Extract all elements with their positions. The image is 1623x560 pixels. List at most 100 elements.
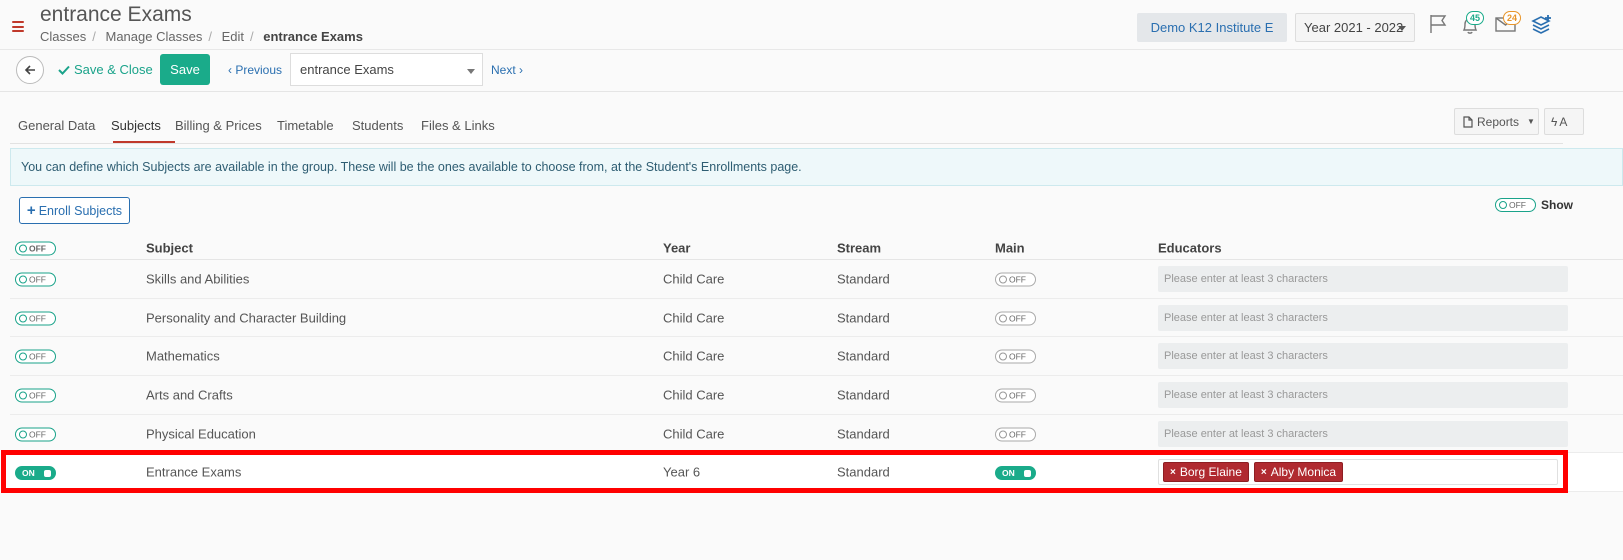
header-year: Year	[663, 240, 691, 255]
educators-input[interactable]: Please enter at least 3 characters	[1158, 420, 1568, 447]
tab-timetable[interactable]: Timetable	[277, 118, 334, 133]
notifications-badge: 45	[1466, 11, 1485, 25]
tab-general-data[interactable]: General Data	[18, 118, 95, 133]
main-toggle[interactable]: ON	[995, 466, 1036, 481]
show-toggle[interactable]: OFF	[1495, 198, 1536, 212]
subject-name: Personality and Character Building	[146, 310, 347, 326]
reports-label: Reports	[1477, 114, 1520, 129]
subject-stream: Standard	[837, 271, 890, 287]
main-cell: OFF	[995, 387, 1036, 403]
educators-input[interactable]: Please enter at least 3 characters	[1158, 343, 1568, 370]
year-select[interactable]: Year 2021 - 2022	[1295, 13, 1415, 42]
back-button[interactable]	[16, 56, 44, 84]
educator-tag[interactable]: × Alby Monica	[1253, 462, 1344, 483]
table-row: ON Entrance Exams Year 6 Standard ON × B…	[10, 453, 1623, 493]
toggle-cell: ON	[15, 464, 56, 481]
document-icon	[1463, 115, 1473, 128]
table-row: OFF Physical Education Child Care Standa…	[10, 415, 1623, 454]
educators-cell: Please enter at least 3 characters	[1158, 343, 1568, 370]
breadcrumb: Classes / Manage Classes / Edit / entrance …	[40, 29, 363, 44]
breadcrumb-item[interactable]: Classes	[40, 29, 86, 44]
subject-name: Skills and Abilities	[146, 271, 250, 287]
main-cell: OFF	[995, 271, 1036, 287]
toggle-label: OFF	[1009, 429, 1026, 440]
main-toggle[interactable]: OFF	[995, 272, 1036, 287]
subject-year: Child Care	[663, 387, 725, 403]
subject-name: Entrance Exams	[146, 464, 242, 480]
toggle-label: ON	[1002, 468, 1015, 479]
previous-label: Previous	[235, 63, 283, 77]
header-stream: Stream	[837, 240, 882, 255]
class-select[interactable]: entrance Exams	[290, 53, 483, 86]
enroll-toggle[interactable]: OFF	[15, 272, 56, 287]
enroll-toggle[interactable]: ON	[15, 466, 56, 481]
educators-input[interactable]: Please enter at least 3 characters	[1158, 304, 1568, 331]
main-toggle[interactable]: OFF	[995, 388, 1036, 403]
main-cell: OFF	[995, 426, 1036, 442]
toggle-knob	[19, 352, 27, 361]
reports-button[interactable]: Reports ▼	[1454, 108, 1539, 135]
enroll-toggle[interactable]: OFF	[15, 427, 56, 442]
educators-cell: Please enter at least 3 characters	[1158, 381, 1568, 408]
main-toggle[interactable]: OFF	[995, 349, 1036, 364]
breadcrumb-item[interactable]: Manage Classes	[106, 29, 203, 44]
toggle-label: OFF	[29, 274, 46, 285]
toggle-label: OFF	[29, 429, 46, 440]
educators-input[interactable]: × Borg Elaine × Alby Monica	[1158, 459, 1558, 486]
enroll-toggle[interactable]: OFF	[15, 311, 56, 326]
save-and-close-button[interactable]: Save & Close	[58, 62, 153, 77]
save-and-close-label: Save & Close	[74, 62, 153, 77]
info-message: You can define which Subjects are availa…	[10, 148, 1623, 186]
enroll-subjects-button[interactable]: + Enroll Subjects	[19, 197, 130, 224]
toggle-cell: OFF	[15, 310, 56, 326]
toggle-label: OFF	[1009, 313, 1026, 324]
subject-year: Child Care	[663, 426, 725, 442]
flag-icon[interactable]	[1428, 14, 1450, 34]
breadcrumb-item[interactable]: Edit	[222, 29, 244, 44]
page-title: entrance Exams	[40, 3, 192, 26]
educator-tag-label: Borg Elaine	[1179, 465, 1242, 480]
year-select-value: Year 2021 - 2022	[1304, 20, 1404, 35]
institute-button[interactable]: Demo K12 Institute E	[1137, 13, 1287, 42]
chevron-left-icon: ‹	[228, 63, 232, 77]
subject-year: Year 6	[663, 464, 701, 480]
table-row: OFF Skills and Abilities Child Care Stan…	[10, 260, 1623, 299]
hamburger-menu-icon[interactable]	[12, 21, 24, 32]
select-all-toggle[interactable]: OFF	[15, 241, 56, 255]
caret-down-icon: ▼	[1527, 117, 1535, 126]
actions-button[interactable]: ϟ A	[1544, 108, 1584, 135]
subject-stream: Standard	[837, 426, 890, 442]
toggle-knob	[19, 244, 27, 252]
tab-students[interactable]: Students	[352, 118, 403, 133]
main-toggle[interactable]: OFF	[995, 427, 1036, 442]
toggle-knob	[19, 391, 27, 400]
tab-files-links[interactable]: Files & Links	[421, 118, 495, 133]
toggle-knob	[999, 352, 1007, 361]
tab-subjects[interactable]: Subjects	[111, 118, 161, 133]
enroll-toggle[interactable]: OFF	[15, 388, 56, 403]
remove-icon[interactable]: ×	[1261, 467, 1267, 478]
toggle-label: OFF	[1009, 274, 1026, 285]
layers-add-icon[interactable]	[1531, 14, 1553, 36]
enroll-toggle[interactable]: OFF	[15, 349, 56, 364]
subject-name: Mathematics	[146, 348, 220, 364]
tab-billing-prices[interactable]: Billing & Prices	[175, 118, 262, 133]
edit-toolbar: Save & Close Save ‹ Previous entrance Ex…	[0, 50, 1623, 92]
caret-down-icon	[1398, 26, 1406, 31]
educator-tag[interactable]: × Borg Elaine	[1163, 462, 1249, 483]
subject-stream: Standard	[837, 464, 890, 480]
toggle-label: OFF	[29, 390, 46, 401]
main-toggle[interactable]: OFF	[995, 311, 1036, 326]
previous-link[interactable]: ‹ Previous	[228, 63, 282, 77]
remove-icon[interactable]: ×	[1170, 467, 1176, 478]
toggle-knob	[999, 430, 1007, 439]
toggle-label: OFF	[29, 313, 46, 324]
educators-input[interactable]: Please enter at least 3 characters	[1158, 265, 1568, 292]
active-tab-indicator	[113, 141, 175, 143]
check-icon	[58, 65, 70, 75]
main-cell: OFF	[995, 349, 1036, 364]
next-link[interactable]: Next ›	[491, 63, 523, 77]
educators-input[interactable]: Please enter at least 3 characters	[1158, 381, 1568, 408]
save-button[interactable]: Save	[160, 54, 210, 85]
select-all-cell: OFF	[15, 240, 56, 255]
